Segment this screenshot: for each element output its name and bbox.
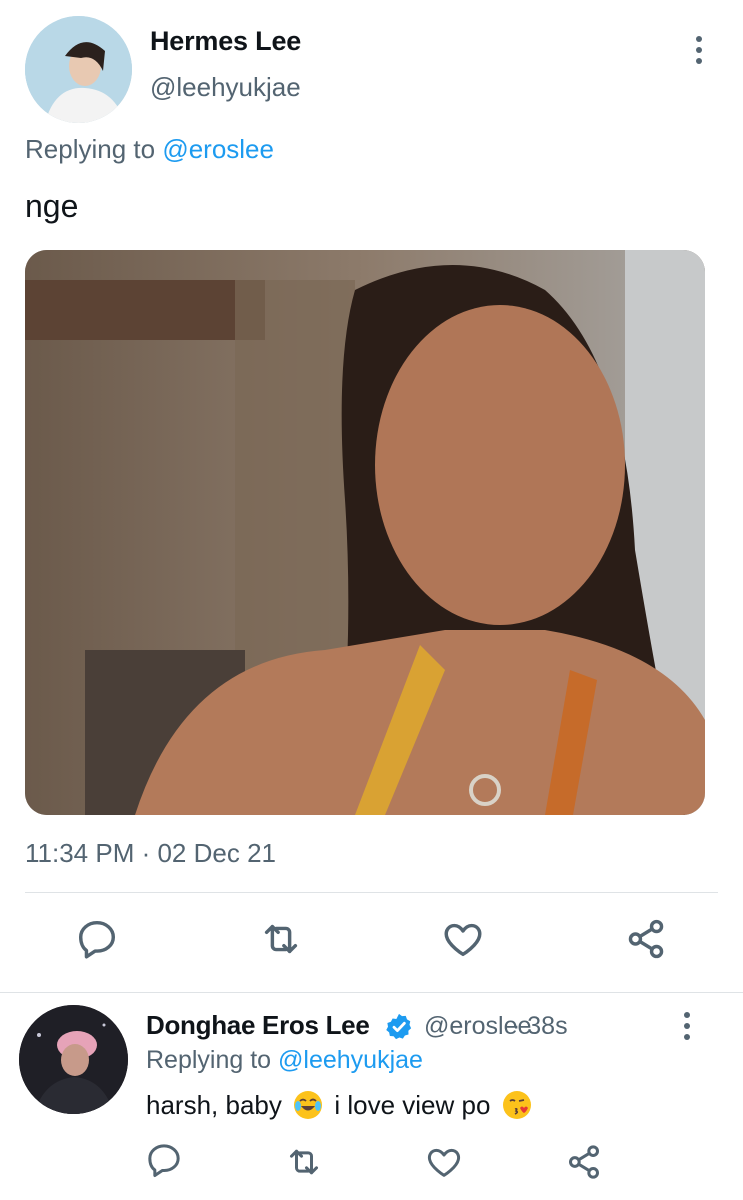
reply-text: harsh, baby i love view po <box>146 1090 536 1121</box>
tweet-text: nge <box>25 188 79 224</box>
tears-of-joy-emoji-icon <box>293 1090 323 1120</box>
reply-time[interactable]: · 38s <box>512 1012 568 1041</box>
reply-icon <box>78 920 116 959</box>
share-icon <box>569 1145 599 1179</box>
replying-to-label: Replying to <box>146 1046 272 1074</box>
replying-to-label: Replying to <box>25 134 156 164</box>
reply-reply-button[interactable] <box>144 1140 184 1180</box>
avatar-photo <box>19 1005 128 1114</box>
media-photo <box>25 250 705 815</box>
like-icon <box>427 1148 461 1177</box>
tweet-timestamp[interactable]: 11:34 PM · 02 Dec 21 <box>25 838 276 869</box>
reply-icon <box>148 1144 180 1177</box>
tweet-media-image[interactable] <box>25 250 705 815</box>
more-options-icon[interactable] <box>688 36 710 72</box>
avatar-photo <box>25 16 132 123</box>
verified-badge-icon <box>384 1012 414 1042</box>
author-avatar[interactable] <box>25 16 132 123</box>
thread-separator <box>0 992 743 993</box>
reply-replying-to-line: Replying to @leehyukjae <box>146 1046 423 1075</box>
like-icon <box>444 923 482 957</box>
author-handle[interactable]: @leehyukjae <box>150 72 301 103</box>
share-icon <box>628 919 664 959</box>
share-button[interactable] <box>623 916 669 962</box>
reply-text-part2: i love view po <box>334 1090 491 1120</box>
reply-like-button[interactable] <box>424 1142 464 1182</box>
replying-to-mention[interactable]: @leehyukjae <box>278 1046 423 1074</box>
reply-text-part1: harsh, baby <box>146 1090 282 1120</box>
reply-retweet-button[interactable] <box>284 1142 324 1182</box>
replying-to-line: Replying to @eroslee <box>25 134 274 165</box>
like-button[interactable] <box>440 916 486 962</box>
reply-share-button[interactable] <box>564 1142 604 1182</box>
reply-author-display-name[interactable]: Donghae Eros Lee <box>146 1010 370 1041</box>
replying-to-mention[interactable]: @eroslee <box>162 134 274 164</box>
author-display-name[interactable]: Hermes Lee <box>150 26 301 57</box>
retweet-icon <box>264 924 298 954</box>
reply-button[interactable] <box>74 916 120 962</box>
retweet-icon <box>290 1149 318 1175</box>
blowing-kiss-emoji-icon <box>502 1090 532 1120</box>
divider <box>25 892 718 893</box>
reply-author-avatar[interactable] <box>19 1005 128 1114</box>
retweet-button[interactable] <box>258 916 304 962</box>
reply-more-options-icon[interactable] <box>676 1012 698 1048</box>
